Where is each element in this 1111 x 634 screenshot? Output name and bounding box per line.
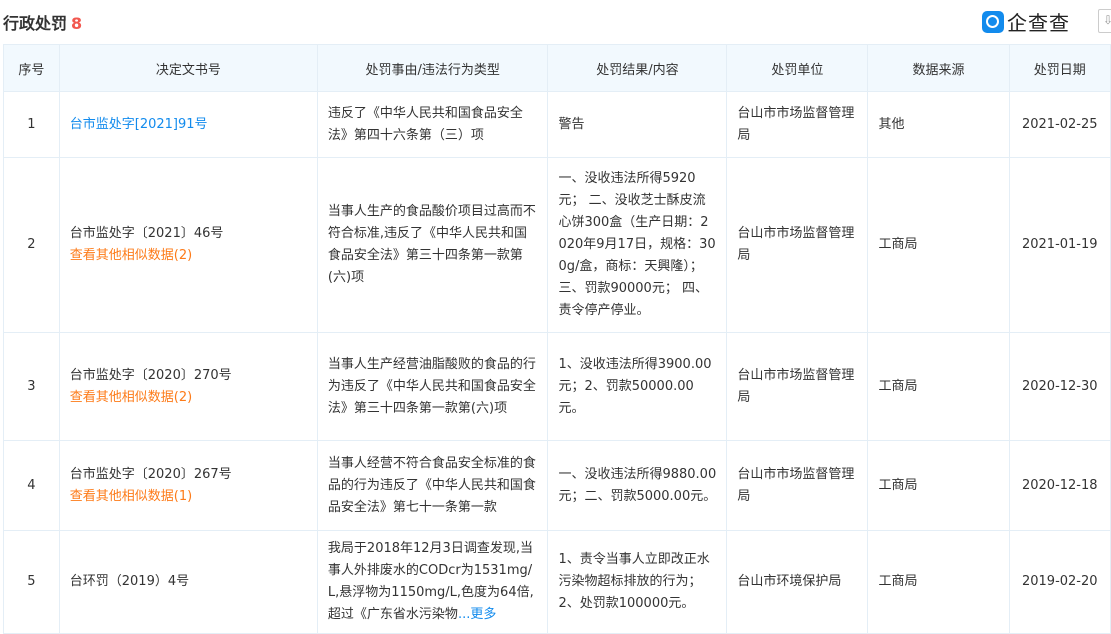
qichacha-logo-icon [982,10,1004,33]
section-title: 行政处罚 8 [3,10,82,34]
doc-no-cell: 台市监处字〔2020〕270号 查看其他相似数据(2) [58,332,318,441]
download-icon[interactable]: ⇩ [1098,9,1111,33]
row-index: 5 [3,530,60,634]
reason-cell: 当事人经营不符合食品安全标准的食品的行为违反了《中华人民共和国食品安全法》第七十… [316,440,549,531]
doc-no-cell: 台环罚（2019）4号 [58,530,318,634]
source-cell: 工商局 [867,530,1010,634]
section-title-text: 行政处罚 [3,14,68,33]
reason-cell: 违反了《中华人民共和国食品安全法》第四十六条第（三）项 [316,91,549,158]
col-header-doc-no: 决定文书号 [58,44,318,92]
result-cell: 一、没收违法所得5920元； 二、没收芝士酥皮流心饼300盒（生产日期：2020… [547,157,728,333]
more-link[interactable]: ...更多 [458,607,496,622]
table-header-row: 序号 决定文书号 处罚事由/违法行为类型 处罚结果/内容 处罚单位 数据来源 处… [3,44,1111,92]
source-cell: 工商局 [867,157,1010,333]
doc-no-text: 台市监处字〔2021〕46号 [69,226,224,241]
col-header-result: 处罚结果/内容 [547,44,728,92]
source-cell: 其他 [867,91,1010,158]
row-index: 1 [3,91,60,158]
reason-cell: 当事人生产的食品酸价项目过高而不符合标准,违反了《中华人民共和国食品安全法》第三… [316,157,549,333]
doc-no-cell: 台市监处字〔2020〕267号 查看其他相似数据(1) [58,440,318,531]
reason-cell: 当事人生产经营油脂酸败的食品的行为违反了《中华人民共和国食品安全法》第三十四条第… [316,332,549,441]
table-row: 2 台市监处字〔2021〕46号 查看其他相似数据(2) 当事人生产的食品酸价项… [3,157,1111,333]
row-index: 4 [3,440,60,531]
col-header-date: 处罚日期 [1008,44,1111,92]
authority-cell: 台山市市场监督管理局 [726,332,869,441]
doc-no-text: 台市监处字〔2020〕270号 [69,367,232,383]
col-header-index: 序号 [3,44,60,92]
table-row: 5 台环罚（2019）4号 我局于2018年12月3日调查发现,当事人外排废水的… [3,530,1111,634]
authority-cell: 台山市市场监督管理局 [726,157,869,333]
view-similar-link[interactable]: 查看其他相似数据(1) [70,486,307,508]
doc-no-text: 台市监处字〔2020〕267号 [69,466,232,482]
col-header-authority: 处罚单位 [726,44,869,92]
col-header-source: 数据来源 [867,44,1010,92]
date-cell: 2020-12-30 [1008,332,1111,441]
table-row: 4 台市监处字〔2020〕267号 查看其他相似数据(1) 当事人经营不符合食品… [3,440,1111,531]
result-cell: 警告 [547,91,728,158]
source-cell: 工商局 [867,440,1010,531]
table-row: 1 台市监处字[2021]91号 违反了《中华人民共和国食品安全法》第四十六条第… [3,91,1111,158]
table-row: 3 台市监处字〔2020〕270号 查看其他相似数据(2) 当事人生产经营油脂酸… [3,332,1111,441]
result-cell: 1、责令当事人立即改正水污染物超标排放的行为；2、处罚款100000元。 [547,530,728,634]
doc-no-link[interactable]: 台市监处字[2021]91号 [70,117,208,132]
date-cell: 2021-01-19 [1008,157,1111,333]
result-cell: 1、没收违法所得3900.00元；2、罚款50000.00元。 [547,332,728,441]
reason-cell: 我局于2018年12月3日调查发现,当事人外排废水的CODcr为1531mg/L… [316,530,549,634]
brand-name: 企查查 [1007,11,1070,35]
authority-cell: 台山市市场监督管理局 [726,440,869,531]
view-similar-link[interactable]: 查看其他相似数据(2) [70,245,307,267]
doc-no-cell: 台市监处字[2021]91号 [58,91,318,158]
authority-cell: 台山市市场监督管理局 [726,91,869,158]
date-cell: 2021-02-25 [1008,91,1111,158]
reason-text: 我局于2018年12月3日调查发现,当事人外排废水的CODcr为1531mg/L… [327,541,534,622]
record-count: 8 [71,14,83,33]
row-index: 3 [3,332,60,441]
row-index: 2 [3,157,60,333]
date-cell: 2020-12-18 [1008,440,1111,531]
doc-no-cell: 台市监处字〔2021〕46号 查看其他相似数据(2) [58,157,318,333]
date-cell: 2019-02-20 [1008,530,1111,634]
section-header: 行政处罚 8 企查查 ⇩ [0,0,1111,44]
penalty-table: 序号 决定文书号 处罚事由/违法行为类型 处罚结果/内容 处罚单位 数据来源 处… [3,44,1111,634]
col-header-reason: 处罚事由/违法行为类型 [316,44,549,92]
brand-logo: 企查查 [982,7,1070,36]
source-cell: 工商局 [867,332,1010,441]
view-similar-link[interactable]: 查看其他相似数据(2) [70,387,307,409]
result-cell: 一、没收违法所得9880.00元；二、罚款5000.00元。 [547,440,728,531]
authority-cell: 台山市环境保护局 [726,530,869,634]
